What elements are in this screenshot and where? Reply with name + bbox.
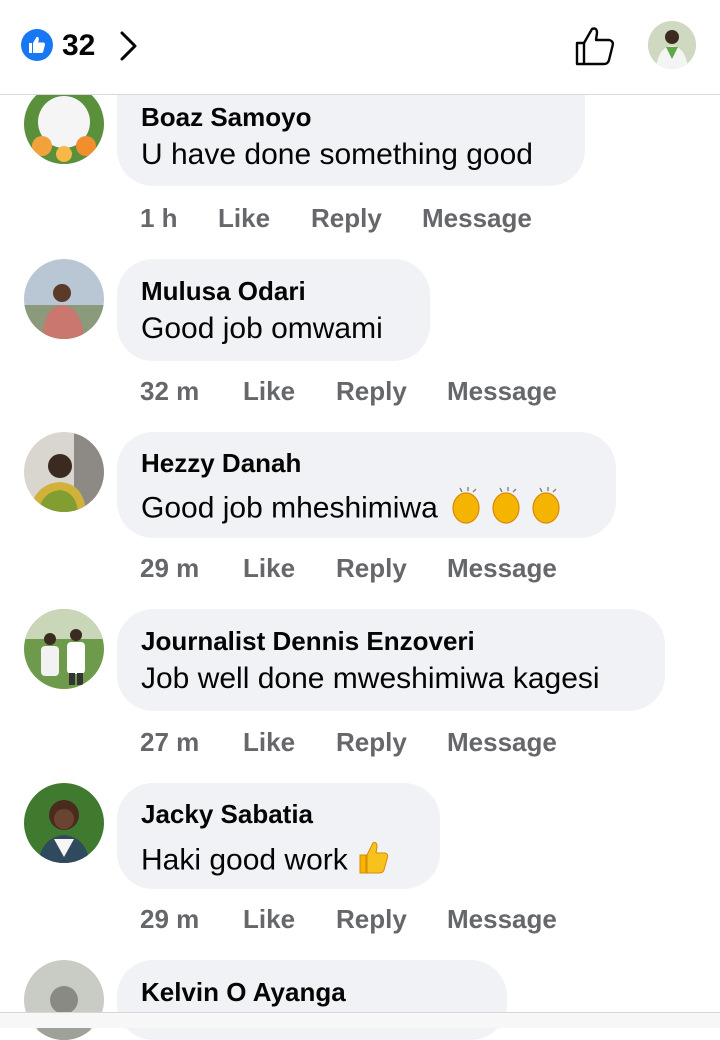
- comment-author[interactable]: Kelvin O Ayanga: [141, 977, 346, 1007]
- clapping-hands-icon: [448, 486, 566, 533]
- comment-author[interactable]: Mulusa Odari: [141, 276, 306, 306]
- avatar[interactable]: [24, 432, 104, 512]
- reply-link[interactable]: Reply: [336, 727, 407, 757]
- like-link[interactable]: Like: [218, 203, 270, 233]
- like-link[interactable]: Like: [243, 376, 295, 406]
- comment-bubble[interactable]: Jacky Sabatia Haki good work: [117, 783, 440, 889]
- comment-bubble[interactable]: Mulusa Odari Good job omwami: [117, 259, 430, 361]
- comment-text: Job well done mweshimiwa kagesi: [141, 662, 600, 695]
- message-link[interactable]: Message: [447, 727, 557, 757]
- message-link[interactable]: Message: [447, 904, 557, 934]
- avatar[interactable]: [24, 609, 104, 689]
- message-link[interactable]: Message: [422, 203, 532, 233]
- message-link[interactable]: Message: [447, 376, 557, 406]
- comment-author[interactable]: Hezzy Danah: [141, 448, 301, 478]
- thumbs-up-emoji-icon: [356, 839, 390, 884]
- reply-link[interactable]: Reply: [336, 553, 407, 583]
- comment-author[interactable]: Journalist Dennis Enzoveri: [141, 626, 475, 656]
- chevron-right-icon[interactable]: [118, 30, 140, 67]
- reply-link[interactable]: Reply: [336, 904, 407, 934]
- comment-author[interactable]: Boaz Samoyo: [141, 102, 312, 132]
- comment-author[interactable]: Jacky Sabatia: [141, 799, 313, 829]
- comment-time: 29 m: [140, 553, 200, 583]
- thumbs-up-outline-icon[interactable]: [573, 24, 617, 73]
- comment-time: 27 m: [140, 727, 200, 757]
- comment-bubble[interactable]: Hezzy Danah Good job mheshimiwa: [117, 432, 616, 538]
- like-link[interactable]: Like: [243, 727, 295, 757]
- comment-bubble[interactable]: Boaz Samoyo U have done something good: [117, 84, 585, 186]
- avatar[interactable]: [648, 21, 696, 69]
- comment-text: U have done something good: [141, 138, 533, 171]
- comment-bubble[interactable]: Kelvin O Ayanga: [117, 960, 507, 1040]
- comment-text-content: Good job mheshimiwa: [141, 491, 438, 525]
- like-link[interactable]: Like: [243, 553, 295, 583]
- reaction-count[interactable]: 32: [62, 28, 95, 64]
- like-reaction-icon: [21, 29, 53, 61]
- message-link[interactable]: Message: [447, 553, 557, 583]
- comment-text-content: Haki good work: [141, 843, 348, 877]
- avatar[interactable]: [24, 259, 104, 339]
- avatar[interactable]: [24, 783, 104, 863]
- reply-link[interactable]: Reply: [311, 203, 382, 233]
- comment-text: Good job omwami: [141, 312, 383, 345]
- reactions-header: 32: [0, 0, 720, 95]
- avatar[interactable]: [24, 960, 104, 1040]
- comment-text: Good job mheshimiwa: [141, 486, 566, 533]
- comment-time: 1 h: [140, 203, 178, 233]
- comment-time: 29 m: [140, 904, 200, 934]
- like-link[interactable]: Like: [243, 904, 295, 934]
- reply-link[interactable]: Reply: [336, 376, 407, 406]
- bottom-divider: [0, 1012, 720, 1028]
- comment-text: Haki good work: [141, 839, 390, 884]
- avatar[interactable]: [24, 84, 104, 164]
- comment-bubble[interactable]: Journalist Dennis Enzoveri Job well done…: [117, 609, 665, 711]
- comment-time: 32 m: [140, 376, 200, 406]
- comments-list: Boaz Samoyo U have done something good 1…: [0, 0, 720, 1040]
